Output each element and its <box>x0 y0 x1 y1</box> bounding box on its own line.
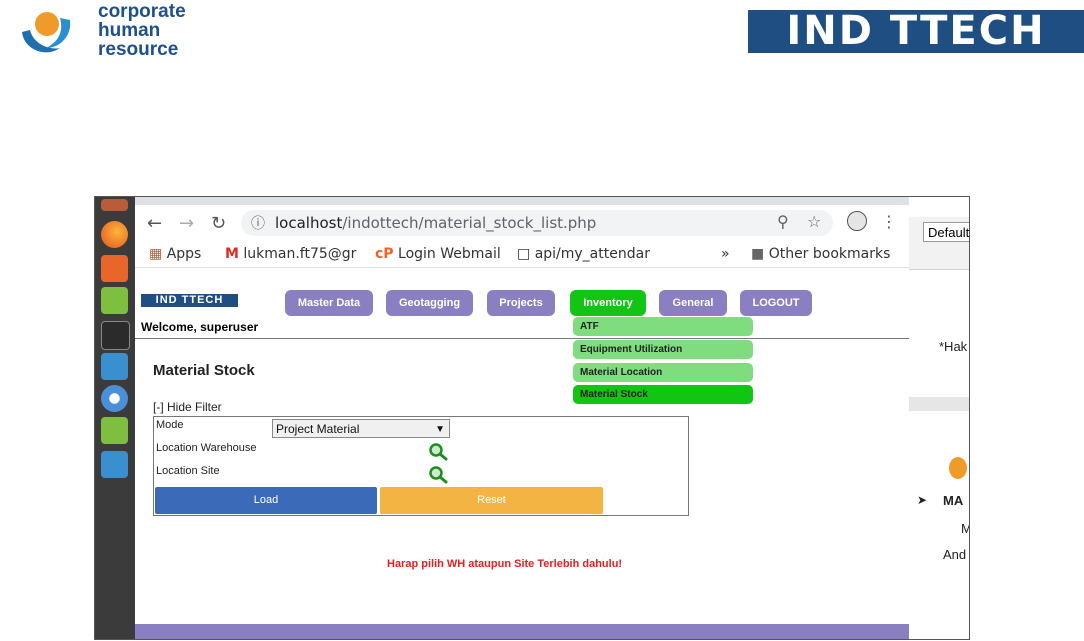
dropdown-material-stock[interactable]: Material Stock <box>573 385 753 404</box>
behind-logo-icon <box>949 457 967 479</box>
warehouse-search-icon[interactable] <box>428 442 448 462</box>
background-window: Default *Hak ➤ MA M And <box>909 197 969 639</box>
impress-icon[interactable] <box>101 451 128 478</box>
chevron-down-icon: ▼ <box>435 424 445 435</box>
sync-icon[interactable] <box>101 353 128 380</box>
filter-box: Mode Project Material ▼ Location Warehou… <box>153 416 689 516</box>
chromium-icon[interactable] <box>101 385 128 412</box>
reset-button[interactable]: Reset <box>380 487 603 514</box>
header-divider <box>135 338 909 339</box>
page-footer-bar <box>135 624 909 639</box>
extension-icon[interactable] <box>847 211 867 231</box>
gmail-bookmark[interactable]: M lukman.ft75@gr <box>225 246 356 262</box>
behind-text-hak: *Hak <box>939 339 968 354</box>
spreadsheet-icon[interactable] <box>101 287 128 314</box>
chr-logo-text: corporate human resource <box>98 1 186 60</box>
location-site-label: Location Site <box>156 465 220 477</box>
site-logo[interactable]: IND TTECH <box>141 294 238 307</box>
indottech-logo: IND TTECH <box>748 10 1084 53</box>
zoom-icon[interactable]: ⚲ <box>777 212 789 231</box>
info-icon[interactable]: ⓘ <box>251 213 265 233</box>
gmail-icon: M <box>225 246 239 262</box>
menu-kebab-icon[interactable]: ⋮ <box>881 212 897 231</box>
bookmarks-overflow[interactable]: » <box>721 246 730 262</box>
menu-logout[interactable]: LOGOUT <box>740 290 812 316</box>
style-select[interactable]: Default <box>923 222 969 242</box>
bookmarks-bar: ▦ Apps M lukman.ft75@gr cP Login Webmail… <box>135 241 909 268</box>
menu-projects[interactable]: Projects <box>487 290 555 316</box>
other-bookmarks[interactable]: ■ Other bookmarks <box>751 246 890 262</box>
cpanel-icon: cP <box>375 246 394 262</box>
behind-text-m: M <box>961 521 969 536</box>
forward-icon[interactable]: → <box>179 213 194 234</box>
menu-master-data[interactable]: Master Data <box>285 290 373 316</box>
menu-geotagging[interactable]: Geotagging <box>386 290 473 316</box>
mode-select[interactable]: Project Material ▼ <box>272 419 450 438</box>
menu-general[interactable]: General <box>659 290 727 316</box>
dropdown-material-location[interactable]: Material Location <box>573 363 753 382</box>
terminal-icon[interactable] <box>101 321 130 350</box>
site-search-icon[interactable] <box>428 465 448 485</box>
desktop-screenshot: ← → ↻ ⓘ localhost/indottech/material_sto… <box>94 196 970 640</box>
chr-logo-icon <box>22 12 71 53</box>
firefox-icon[interactable] <box>101 221 128 248</box>
dropdown-atf[interactable]: ATF <box>573 317 753 336</box>
page-title: Material Stock <box>153 362 255 379</box>
tab-strip <box>135 197 909 205</box>
behind-text-and: And <box>943 547 967 562</box>
reload-icon[interactable]: ↻ <box>211 213 226 234</box>
page-icon: □ <box>517 246 531 262</box>
browser-toolbar: ← → ↻ ⓘ localhost/indottech/material_sto… <box>135 205 909 239</box>
browser-window: ← → ↻ ⓘ localhost/indottech/material_sto… <box>135 197 909 639</box>
api-bookmark[interactable]: □ api/my_attendar <box>517 246 650 262</box>
behind-text-mat: MA <box>943 493 964 508</box>
address-bar[interactable]: ⓘ localhost/indottech/material_stock_lis… <box>241 210 833 236</box>
menu-inventory[interactable]: Inventory <box>570 290 646 316</box>
files-icon[interactable] <box>101 199 128 211</box>
ubuntu-launcher <box>95 197 135 639</box>
apps-bookmark[interactable]: ▦ Apps <box>149 246 201 262</box>
behind-arrow-icon: ➤ <box>917 493 928 507</box>
dropdown-equipment-utilization[interactable]: Equipment Utilization <box>573 340 753 359</box>
url-text: localhost/indottech/material_stock_list.… <box>275 214 597 232</box>
back-icon[interactable]: ← <box>147 213 162 234</box>
mode-label: Mode <box>156 419 184 431</box>
page-gap <box>909 397 969 411</box>
cpanel-bookmark[interactable]: cP Login Webmail <box>375 246 501 262</box>
location-warehouse-label: Location Warehouse <box>156 442 257 454</box>
star-icon[interactable]: ☆ <box>807 212 821 231</box>
software-center-icon[interactable] <box>101 255 128 282</box>
web-page: IND TTECH Welcome, superuser Master Data… <box>135 268 909 639</box>
load-button[interactable]: Load <box>155 487 377 514</box>
warning-message: Harap pilih WH ataupun Site Terlebih dah… <box>387 558 623 570</box>
welcome-text: Welcome, superuser <box>141 320 259 334</box>
calc-icon[interactable] <box>101 417 128 444</box>
folder-icon: ■ <box>751 246 765 262</box>
hide-filter-toggle[interactable]: [-] Hide Filter <box>153 400 222 414</box>
apps-grid-icon: ▦ <box>149 246 163 262</box>
